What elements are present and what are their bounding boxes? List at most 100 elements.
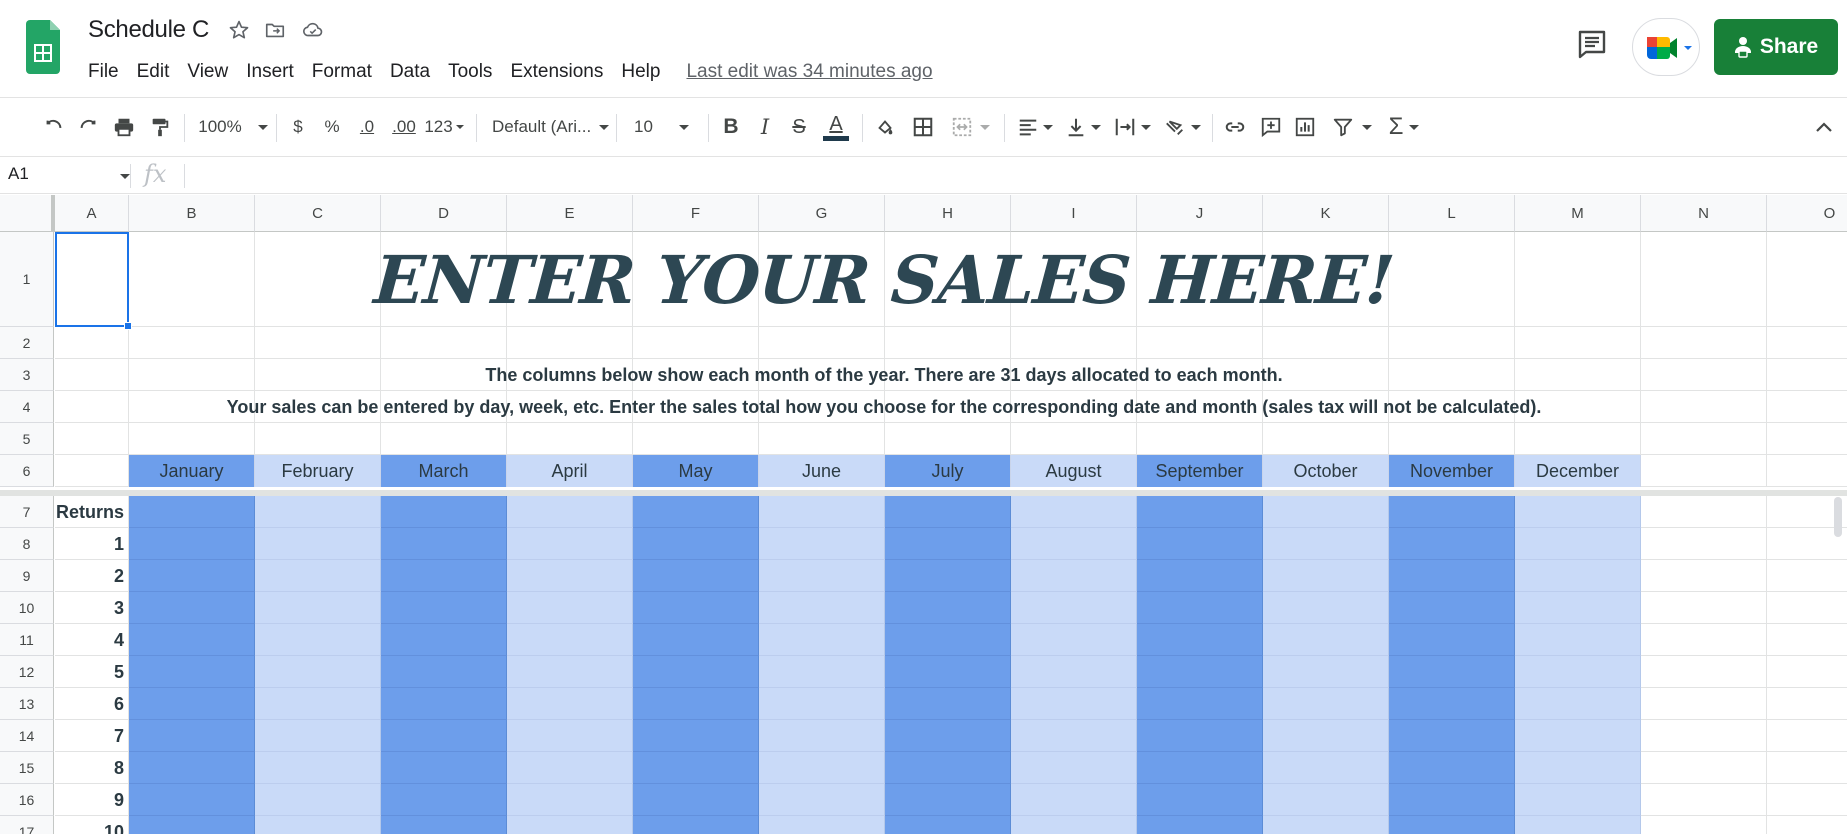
month-header-november[interactable]: November xyxy=(1389,455,1515,487)
sales-entry-cell[interactable] xyxy=(759,656,885,688)
column-header-c[interactable]: C xyxy=(255,195,381,232)
sales-entry-cell[interactable] xyxy=(885,816,1011,834)
cell[interactable] xyxy=(885,423,1011,455)
sales-entry-cell[interactable] xyxy=(507,656,633,688)
sales-entry-cell[interactable] xyxy=(507,624,633,656)
move-folder-icon[interactable] xyxy=(262,17,288,43)
sales-entry-cell[interactable] xyxy=(255,560,381,592)
bold-icon[interactable]: B xyxy=(718,112,744,142)
sales-entry-cell[interactable] xyxy=(1011,720,1137,752)
cell[interactable] xyxy=(1641,592,1767,624)
select-all-corner[interactable] xyxy=(0,195,55,232)
sales-entry-cell[interactable] xyxy=(1011,656,1137,688)
sales-entry-cell[interactable] xyxy=(1515,656,1641,688)
more-formats-button[interactable]: 123 xyxy=(424,112,464,142)
sales-entry-cell[interactable] xyxy=(507,528,633,560)
vertical-scrollbar[interactable] xyxy=(1834,497,1842,537)
cell[interactable] xyxy=(55,359,129,391)
cell[interactable] xyxy=(1767,624,1847,656)
month-header-april[interactable]: April xyxy=(507,455,633,487)
sales-entry-cell[interactable] xyxy=(1389,816,1515,834)
cell[interactable] xyxy=(1767,391,1847,423)
sales-entry-cell[interactable] xyxy=(1263,592,1389,624)
horizontal-align-icon[interactable] xyxy=(1014,112,1056,142)
sales-entry-cell[interactable] xyxy=(1389,752,1515,784)
cell[interactable] xyxy=(1641,784,1767,816)
sales-entry-cell[interactable] xyxy=(381,784,507,816)
sales-entry-cell[interactable] xyxy=(507,560,633,592)
cell[interactable] xyxy=(1767,232,1847,327)
sales-entry-cell[interactable] xyxy=(129,752,255,784)
sales-entry-cell[interactable] xyxy=(1137,496,1263,528)
sales-entry-cell[interactable] xyxy=(381,688,507,720)
cell[interactable] xyxy=(1011,423,1137,455)
column-header-g[interactable]: G xyxy=(759,195,885,232)
cell[interactable] xyxy=(1767,423,1847,455)
sales-entry-cell[interactable] xyxy=(129,528,255,560)
sales-entry-cell[interactable] xyxy=(255,592,381,624)
sales-entry-cell[interactable] xyxy=(759,560,885,592)
sales-entry-cell[interactable] xyxy=(885,528,1011,560)
comments-icon[interactable] xyxy=(1576,28,1608,60)
month-header-february[interactable]: February xyxy=(255,455,381,487)
text-rotation-icon[interactable] xyxy=(1160,112,1204,142)
sales-entry-cell[interactable] xyxy=(255,496,381,528)
month-header-may[interactable]: May xyxy=(633,455,759,487)
cell[interactable] xyxy=(1641,688,1767,720)
sales-entry-cell[interactable] xyxy=(255,528,381,560)
sales-entry-cell[interactable] xyxy=(885,656,1011,688)
sales-entry-cell[interactable] xyxy=(1515,784,1641,816)
sales-entry-cell[interactable] xyxy=(1137,528,1263,560)
column-header-d[interactable]: D xyxy=(381,195,507,232)
fill-color-icon[interactable] xyxy=(872,112,898,142)
menu-data[interactable]: Data xyxy=(390,61,430,83)
sales-entry-cell[interactable] xyxy=(1011,816,1137,834)
sales-entry-cell[interactable] xyxy=(885,560,1011,592)
sales-entry-cell[interactable] xyxy=(381,656,507,688)
sales-entry-cell[interactable] xyxy=(1515,816,1641,834)
sales-entry-cell[interactable] xyxy=(1263,720,1389,752)
cell[interactable] xyxy=(507,423,633,455)
row-header-17[interactable]: 17 xyxy=(0,816,54,834)
cell[interactable] xyxy=(1137,327,1263,359)
sales-entry-cell[interactable] xyxy=(1137,816,1263,834)
cell[interactable] xyxy=(1767,455,1847,487)
sales-entry-cell[interactable] xyxy=(1389,528,1515,560)
sales-entry-cell[interactable] xyxy=(381,592,507,624)
menu-file[interactable]: File xyxy=(88,61,119,83)
cell[interactable] xyxy=(1263,423,1389,455)
sales-entry-cell[interactable] xyxy=(507,752,633,784)
sales-entry-cell[interactable] xyxy=(129,688,255,720)
text-wrapping-icon[interactable] xyxy=(1110,112,1154,142)
sales-entry-cell[interactable] xyxy=(1515,720,1641,752)
cell[interactable] xyxy=(1011,327,1137,359)
zoom-select[interactable]: 100% xyxy=(198,112,268,142)
text-color-icon[interactable]: A xyxy=(822,112,850,142)
sales-entry-cell[interactable] xyxy=(633,784,759,816)
sales-entry-cell[interactable] xyxy=(633,624,759,656)
row-header-16[interactable]: 16 xyxy=(0,784,54,816)
name-box[interactable]: A1 xyxy=(8,164,29,184)
print-icon[interactable] xyxy=(110,112,138,142)
row-header-14[interactable]: 14 xyxy=(0,720,54,752)
sales-entry-cell[interactable] xyxy=(381,528,507,560)
sales-entry-cell[interactable] xyxy=(1263,752,1389,784)
sales-entry-cell[interactable] xyxy=(633,816,759,834)
cell[interactable] xyxy=(381,423,507,455)
sales-entry-cell[interactable] xyxy=(381,624,507,656)
sales-entry-cell[interactable] xyxy=(1011,592,1137,624)
sales-entry-cell[interactable] xyxy=(1515,592,1641,624)
insert-link-icon[interactable] xyxy=(1222,112,1248,142)
sales-entry-cell[interactable] xyxy=(633,560,759,592)
cell[interactable] xyxy=(885,327,1011,359)
sales-entry-cell[interactable] xyxy=(1011,784,1137,816)
sales-entry-cell[interactable] xyxy=(1263,816,1389,834)
cell[interactable] xyxy=(55,455,129,487)
sales-entry-cell[interactable] xyxy=(759,752,885,784)
cloud-saved-icon[interactable] xyxy=(300,17,326,43)
sales-entry-cell[interactable] xyxy=(1263,688,1389,720)
sales-entry-cell[interactable] xyxy=(885,624,1011,656)
cell[interactable] xyxy=(1641,656,1767,688)
borders-icon[interactable] xyxy=(910,112,936,142)
month-header-july[interactable]: July xyxy=(885,455,1011,487)
